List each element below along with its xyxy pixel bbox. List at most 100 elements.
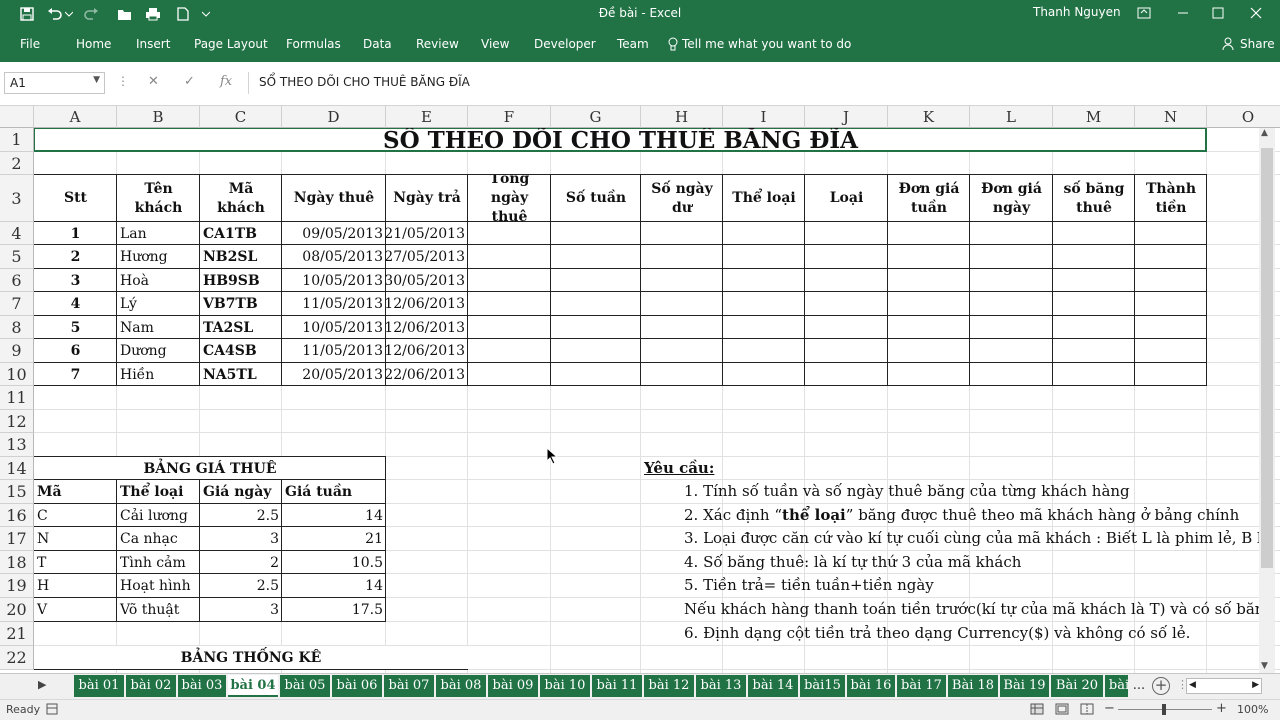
main-table-cell[interactable] <box>641 269 723 292</box>
tab-scroll-right-icon[interactable]: ▶ <box>38 678 46 691</box>
row-header-4[interactable]: 4 <box>0 222 34 245</box>
main-table-cell[interactable] <box>1135 292 1207 316</box>
price-table-cell[interactable]: 2.5 <box>200 574 282 598</box>
main-table-cell[interactable]: Hương <box>117 245 200 269</box>
price-table-cell[interactable]: C <box>34 504 117 527</box>
minimize-icon[interactable] <box>1172 3 1194 23</box>
price-table-header[interactable]: Thể loại <box>117 480 200 504</box>
sheet-tab-10[interactable]: bài 10 <box>540 675 590 697</box>
column-header-d[interactable]: D <box>282 106 386 128</box>
column-header-f[interactable]: F <box>468 106 551 128</box>
tab-developer[interactable]: Developer <box>534 37 596 51</box>
price-table-cell[interactable]: 2 <box>200 551 282 574</box>
column-header-l[interactable]: L <box>970 106 1053 128</box>
main-table-cell[interactable]: 11/05/2013 <box>282 292 386 316</box>
insert-function-icon[interactable]: fx <box>220 74 232 89</box>
main-table-cell[interactable]: 30/05/2013 <box>386 269 468 292</box>
worksheet-grid[interactable]: A B C D E F G H I J K L M N O 1 2 3 4 5 6 7 8 9 10 11 12 13 14 15 16 17… <box>0 106 1280 673</box>
price-table-cell[interactable]: 3 <box>200 598 282 622</box>
sheet-tab-2[interactable]: bài 02 <box>126 675 176 697</box>
main-table-header[interactable]: Ngày trả <box>386 175 468 222</box>
main-table-cell[interactable]: 7 <box>34 363 117 386</box>
price-table-cell[interactable]: 3 <box>200 527 282 551</box>
main-table-cell[interactable] <box>1135 316 1207 339</box>
main-table-cell[interactable] <box>723 269 805 292</box>
sheet-tab-4[interactable]: bài 04 <box>228 675 278 697</box>
sheet-tab-20[interactable]: Bài 20 <box>1051 675 1103 697</box>
main-table-cell[interactable] <box>468 292 551 316</box>
row-header-12[interactable]: 12 <box>0 410 34 433</box>
row-header-18[interactable]: 18 <box>0 551 34 574</box>
sheet-tab-3[interactable]: bài 03 <box>178 675 226 697</box>
column-header-e[interactable]: E <box>386 106 468 128</box>
main-table-cell[interactable]: 1 <box>34 222 117 245</box>
main-table-cell[interactable] <box>970 363 1053 386</box>
main-table-cell[interactable] <box>1053 269 1135 292</box>
main-table-cell[interactable]: 20/05/2013 <box>282 363 386 386</box>
main-table-cell[interactable]: 12/06/2013 <box>386 292 468 316</box>
sheet-tab-8[interactable]: bài 08 <box>436 675 486 697</box>
zoom-in-icon[interactable]: + <box>1216 701 1227 716</box>
main-table-cell[interactable]: 09/05/2013 <box>282 222 386 245</box>
row-header-14[interactable]: 14 <box>0 457 34 480</box>
page-break-view-icon[interactable] <box>1080 703 1094 718</box>
main-table-header[interactable]: Ngày thuê <box>282 175 386 222</box>
tab-page-layout[interactable]: Page Layout <box>194 37 268 51</box>
column-header-c[interactable]: C <box>200 106 282 128</box>
main-table-cell[interactable] <box>468 245 551 269</box>
row-header-11[interactable]: 11 <box>0 386 34 410</box>
main-table-cell[interactable] <box>723 245 805 269</box>
main-table-cell[interactable]: 08/05/2013 <box>282 245 386 269</box>
main-table-cell[interactable] <box>970 339 1053 363</box>
tab-team[interactable]: Team <box>617 37 649 51</box>
price-table-cell[interactable]: 14 <box>282 574 386 598</box>
main-table-cell[interactable]: NA5TL <box>200 363 282 386</box>
sheet-tab-1[interactable]: bài 01 <box>74 675 124 697</box>
main-table-cell[interactable] <box>723 292 805 316</box>
scroll-left-icon[interactable]: ◀ <box>1189 680 1196 690</box>
main-table-cell[interactable] <box>468 269 551 292</box>
price-table-cell[interactable]: V <box>34 598 117 622</box>
cancel-icon[interactable]: ✕ <box>148 74 159 89</box>
tab-data[interactable]: Data <box>363 37 392 51</box>
price-table-cell[interactable]: 14 <box>282 504 386 527</box>
main-table-cell[interactable]: 4 <box>34 292 117 316</box>
sheet-tab-13[interactable]: bài 13 <box>696 675 746 697</box>
row-header-5[interactable]: 5 <box>0 245 34 269</box>
scroll-right-icon[interactable]: ▶ <box>1252 680 1259 690</box>
column-header-m[interactable]: M <box>1053 106 1135 128</box>
main-table-cell[interactable]: CA1TB <box>200 222 282 245</box>
formula-input[interactable]: SỔ THEO DÕI CHO THUÊ BĂNG ĐĨA <box>248 72 1270 94</box>
main-table-cell[interactable]: CA4SB <box>200 339 282 363</box>
price-table-cell[interactable]: 17.5 <box>282 598 386 622</box>
main-table-header[interactable]: Loại <box>805 175 888 222</box>
sheet-tab-18[interactable]: Bài 18 <box>948 675 998 697</box>
main-table-cell[interactable]: 21/05/2013 <box>386 222 468 245</box>
name-box[interactable]: A1 ▼ <box>4 72 105 94</box>
main-table-cell[interactable]: 10/05/2013 <box>282 316 386 339</box>
main-table-cell[interactable] <box>551 363 641 386</box>
main-table-cell[interactable] <box>888 222 970 245</box>
price-table-header[interactable]: Mã <box>34 480 117 504</box>
share-button[interactable]: Share <box>1222 37 1275 51</box>
main-table-cell[interactable] <box>641 245 723 269</box>
sheet-tab-19[interactable]: Bài 19 <box>1000 675 1049 697</box>
user-name[interactable]: Thanh Nguyen <box>1033 5 1121 19</box>
main-table-cell[interactable] <box>723 222 805 245</box>
ribbon-display-icon[interactable] <box>1133 3 1155 23</box>
macro-record-icon[interactable] <box>46 703 58 718</box>
price-table-cell[interactable]: H <box>34 574 117 598</box>
main-table-cell[interactable] <box>468 222 551 245</box>
main-table-header[interactable]: Tổng ngày thuê <box>468 175 551 222</box>
main-table-cell[interactable] <box>1135 339 1207 363</box>
price-table-cell[interactable]: T <box>34 551 117 574</box>
sheet-tab-7[interactable]: bài 07 <box>384 675 434 697</box>
main-table-cell[interactable] <box>468 339 551 363</box>
tab-file[interactable]: File <box>20 37 40 51</box>
main-table-cell[interactable]: VB7TB <box>200 292 282 316</box>
enter-icon[interactable]: ✓ <box>184 74 195 89</box>
main-table-cell[interactable] <box>551 269 641 292</box>
main-table-cell[interactable] <box>805 339 888 363</box>
main-table-cell[interactable]: Hoà <box>117 269 200 292</box>
main-table-cell[interactable] <box>1135 245 1207 269</box>
